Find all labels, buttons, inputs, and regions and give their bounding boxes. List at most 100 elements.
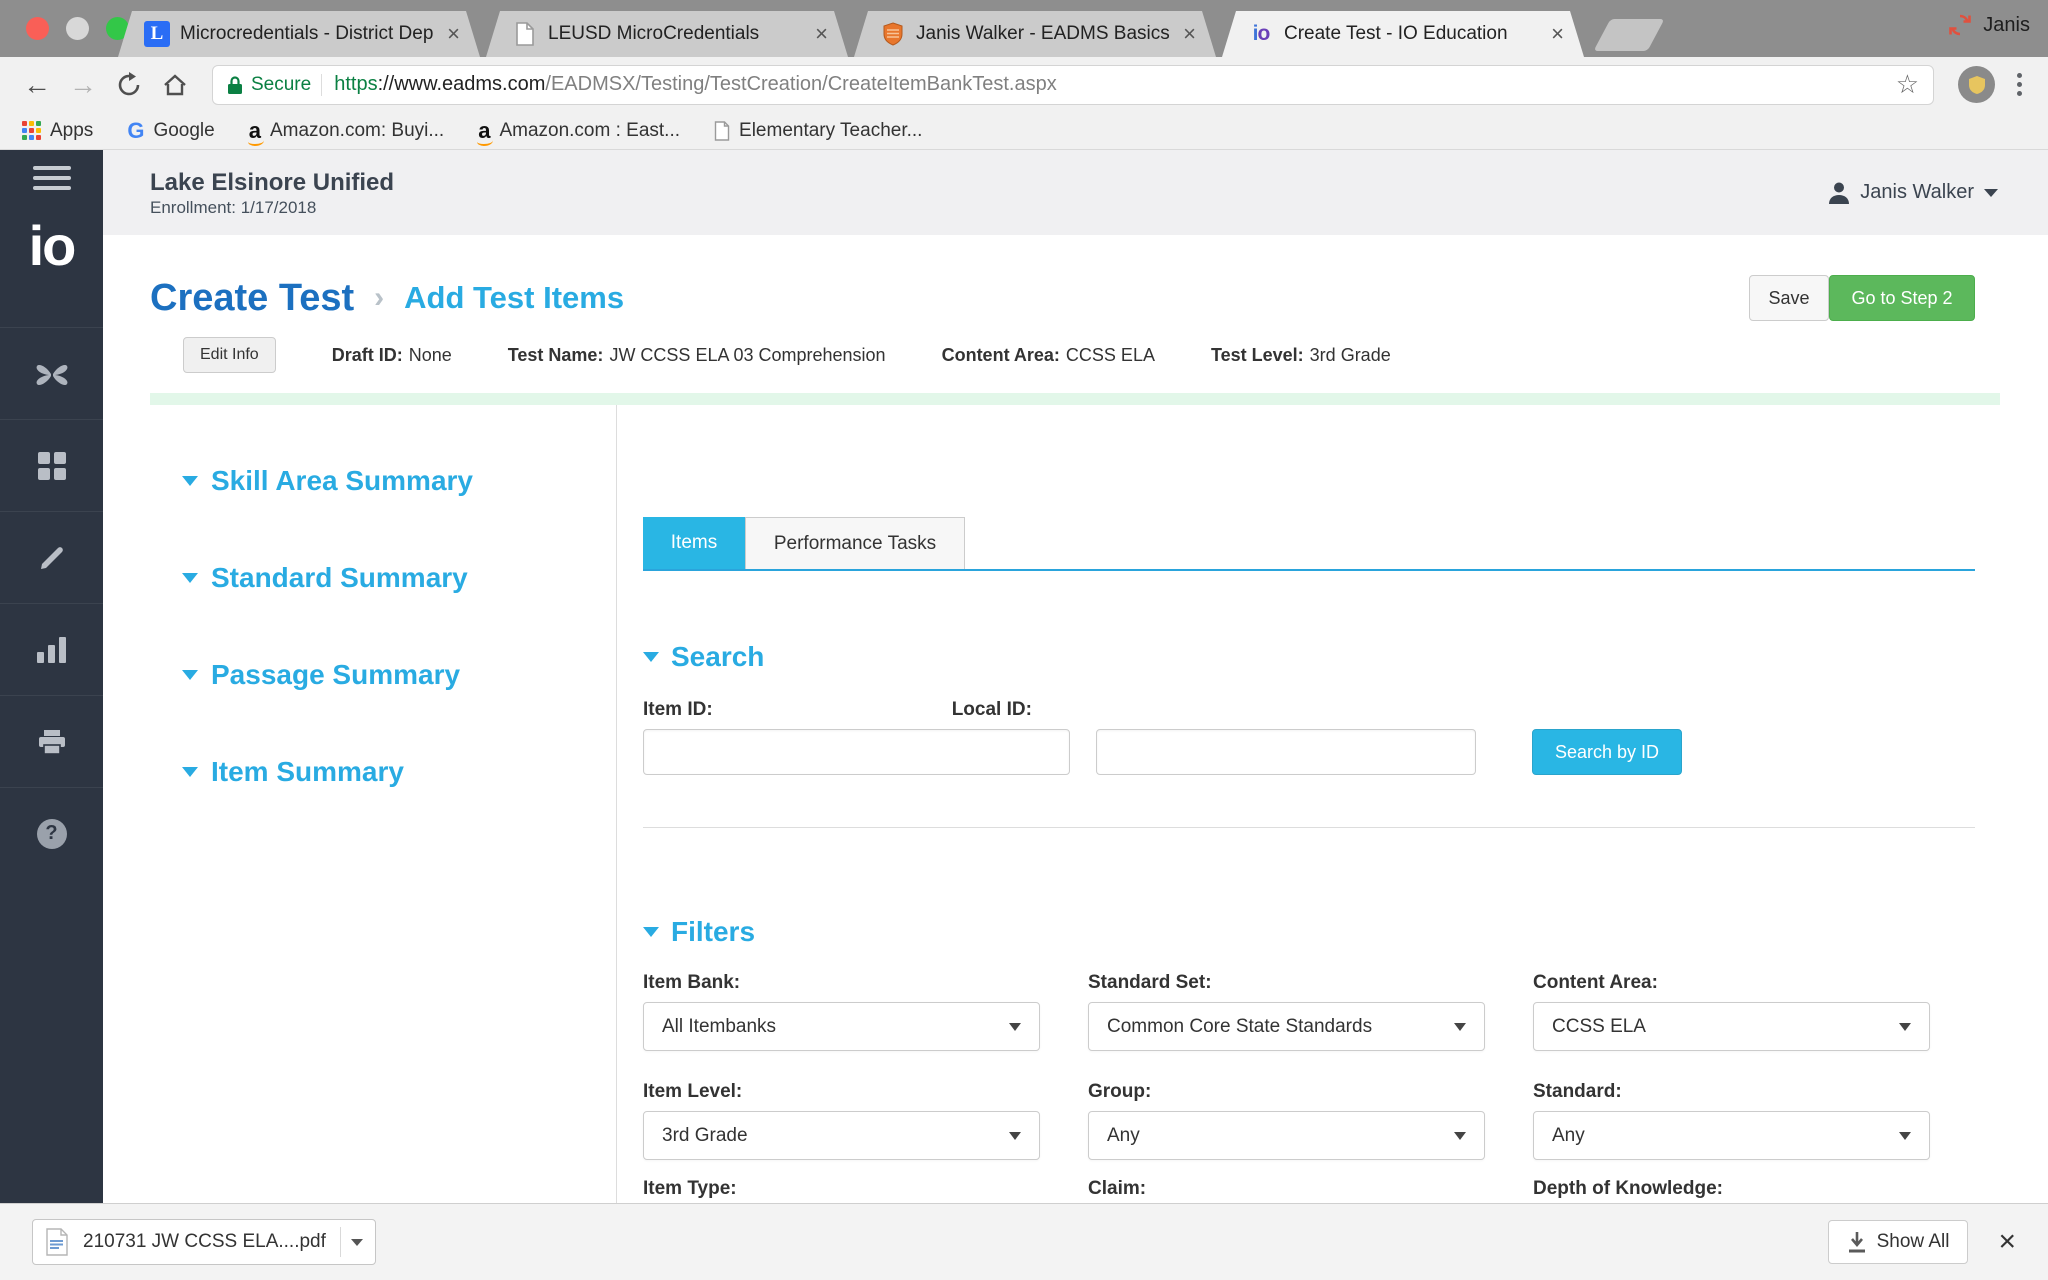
- sidebar-item-dashboard[interactable]: [0, 419, 103, 511]
- download-item[interactable]: 210731 JW CCSS ELA....pdf: [32, 1219, 376, 1265]
- search-inputs: Search by ID: [643, 729, 1975, 775]
- edit-info-button[interactable]: Edit Info: [183, 337, 276, 373]
- content-columns: Skill Area Summary Standard Summary Pass…: [150, 405, 2048, 1206]
- orange-shield-favicon-icon: [880, 21, 906, 47]
- tab-title: Janis Walker - EADMS Basics: [916, 23, 1170, 44]
- sidebar-item-help[interactable]: ?: [0, 787, 103, 879]
- browser-toolbar: ← → Secure https://www.eadms.com/EADMSX/…: [0, 57, 2048, 112]
- bookmark-amazon-2[interactable]: a Amazon.com : East...: [477, 119, 680, 146]
- user-menu[interactable]: Janis Walker: [1828, 181, 1998, 205]
- secure-label: Secure: [251, 73, 312, 95]
- page-title: Create Test: [150, 276, 355, 319]
- bookmark-label: Google: [153, 119, 215, 141]
- user-name: Janis Walker: [1860, 181, 1974, 203]
- summary-section-standard[interactable]: Standard Summary: [182, 560, 616, 595]
- bookmark-amazon-1[interactable]: a Amazon.com: Buyi...: [247, 117, 444, 146]
- back-button[interactable]: ←: [16, 64, 58, 106]
- browser-menu-button[interactable]: [2007, 73, 2032, 96]
- close-window-button[interactable]: [26, 17, 49, 40]
- group-select[interactable]: Any: [1088, 1111, 1485, 1160]
- bookmark-label: Apps: [50, 119, 94, 141]
- item-level-select[interactable]: 3rd Grade: [643, 1111, 1040, 1160]
- user-icon: [1829, 182, 1850, 204]
- sidebar-item-butterfly[interactable]: [0, 327, 103, 419]
- go-to-step-2-button[interactable]: Go to Step 2: [1829, 275, 1975, 321]
- close-tab-icon[interactable]: ×: [1183, 23, 1196, 45]
- item-bank-select[interactable]: All Itembanks: [643, 1002, 1040, 1051]
- download-options-caret-icon[interactable]: [350, 1238, 363, 1246]
- save-button[interactable]: Save: [1749, 275, 1829, 321]
- search-by-id-button[interactable]: Search by ID: [1532, 729, 1682, 775]
- sidebar-item-create[interactable]: [0, 511, 103, 603]
- local-id-input[interactable]: [1096, 729, 1476, 775]
- site-header: Lake Elsinore Unified Enrollment: 1/17/2…: [103, 150, 2048, 235]
- bookmark-apps[interactable]: Apps: [22, 120, 93, 142]
- forward-button[interactable]: →: [62, 64, 104, 106]
- summary-section-item[interactable]: Item Summary: [182, 754, 616, 789]
- address-bar[interactable]: Secure https://www.eadms.com/EADMSX/Test…: [212, 64, 1934, 105]
- summary-section-skill-area[interactable]: Skill Area Summary: [182, 463, 616, 498]
- bookmark-label: Elementary Teacher...: [739, 119, 923, 141]
- page-icon: [714, 120, 730, 141]
- item-id-input[interactable]: [643, 729, 1070, 775]
- amazon-icon: a: [247, 117, 265, 146]
- tab-performance-tasks[interactable]: Performance Tasks: [745, 517, 965, 569]
- collapse-caret-icon: [643, 652, 659, 662]
- filters-section-header[interactable]: Filters: [643, 916, 1975, 948]
- minimize-window-button[interactable]: [66, 17, 89, 40]
- new-tab-button[interactable]: [1593, 19, 1665, 51]
- summary-section-passage[interactable]: Passage Summary: [182, 657, 616, 692]
- bookmark-google[interactable]: G Google: [127, 118, 214, 144]
- browser-tab-create-test-active[interactable]: io Create Test - IO Education ×: [1222, 11, 1584, 57]
- standard-select[interactable]: Any: [1533, 1111, 1930, 1160]
- meta-draft-id: Draft ID: None: [331, 344, 452, 365]
- browser-tab-leusd[interactable]: LEUSD MicroCredentials ×: [486, 11, 848, 57]
- letter-l-favicon-icon: L: [144, 21, 170, 47]
- item-bank-label: Item Bank:: [643, 972, 741, 993]
- url-text: https://www.eadms.com/EADMSX/Testing/Tes…: [334, 73, 1885, 96]
- section-divider: [643, 827, 1975, 828]
- close-tab-icon[interactable]: ×: [815, 23, 828, 45]
- page-viewport: io ? Lake Elsinore Unified Enrollment: 1…: [0, 150, 2048, 1280]
- extension-button[interactable]: [1958, 66, 1995, 103]
- meta-content-area: Content Area: CCSS ELA: [941, 344, 1155, 365]
- filters-heading: Filters: [671, 916, 756, 947]
- group-label: Group:: [1088, 1081, 1152, 1102]
- page-subtitle: Add Test Items: [404, 280, 625, 315]
- sidebar-item-reports[interactable]: [0, 603, 103, 695]
- url-scheme: https: [334, 73, 378, 95]
- item-level-label: Item Level:: [643, 1081, 743, 1102]
- show-all-downloads-button[interactable]: Show All: [1827, 1220, 1969, 1264]
- io-logo: io: [28, 214, 77, 277]
- io-education-favicon-icon: io: [1252, 22, 1270, 45]
- summary-label: Skill Area Summary: [211, 465, 473, 496]
- local-id-label: Local ID:: [951, 699, 1032, 720]
- summary-label: Standard Summary: [211, 562, 468, 593]
- browser-tab-microcredentials[interactable]: L Microcredentials - District Dep ×: [118, 11, 480, 57]
- bookmark-elementary-teacher[interactable]: Elementary Teacher...: [714, 120, 922, 142]
- meta-test-level: Test Level: 3rd Grade: [1210, 344, 1391, 365]
- summary-label: Item Summary: [211, 756, 404, 787]
- site-main: Lake Elsinore Unified Enrollment: 1/17/2…: [103, 150, 2048, 1280]
- sidebar-item-print[interactable]: [0, 695, 103, 787]
- url-host: ://www.eadms.com: [377, 73, 546, 95]
- bookmark-star-icon[interactable]: ☆: [1896, 69, 1919, 100]
- standard-set-label: Standard Set:: [1088, 972, 1212, 993]
- search-section-header[interactable]: Search: [643, 641, 1975, 673]
- district-name: Lake Elsinore Unified: [150, 168, 395, 196]
- close-download-bar-icon[interactable]: ×: [1998, 1227, 2016, 1257]
- standard-set-select[interactable]: Common Core State Standards: [1088, 1002, 1485, 1051]
- browser-profile[interactable]: Janis: [1947, 13, 2030, 37]
- close-tab-icon[interactable]: ×: [447, 23, 460, 45]
- tab-items[interactable]: Items: [643, 517, 745, 569]
- secure-lock-icon: [228, 75, 242, 94]
- content-area-select[interactable]: CCSS ELA: [1533, 1002, 1930, 1051]
- reload-button[interactable]: [108, 64, 150, 106]
- home-button[interactable]: [154, 64, 196, 106]
- hamburger-menu-icon[interactable]: [32, 166, 71, 190]
- close-tab-icon[interactable]: ×: [1551, 23, 1564, 45]
- document-favicon-icon: [512, 21, 538, 47]
- browser-tab-eadms-basics[interactable]: Janis Walker - EADMS Basics ×: [854, 11, 1216, 57]
- filter-selects-row-1: All Itembanks Common Core State Standard…: [643, 1002, 1975, 1051]
- search-heading: Search: [671, 641, 765, 672]
